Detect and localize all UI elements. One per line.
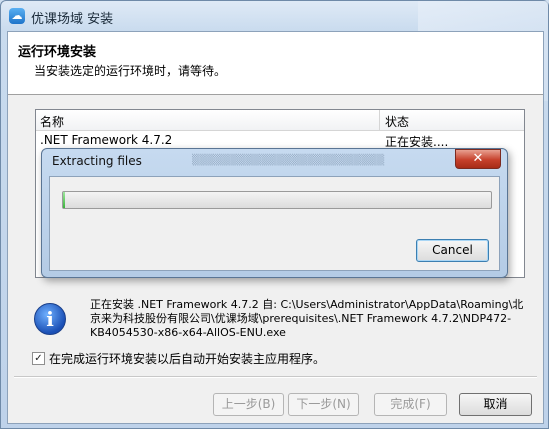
background-blur-text: ▒▒▒▒▒▒▒▒▒▒▒▒▒▒▒▒▒▒▒▒▒▒▒▒▒ bbox=[192, 155, 385, 166]
extract-progress-bar bbox=[62, 191, 492, 209]
page-subtitle: 当安装选定的运行环境时，请等待。 bbox=[34, 64, 227, 78]
install-path-text: 正在安装 .NET Framework 4.7.2 自: C:\Users\Ad… bbox=[90, 298, 524, 339]
divider bbox=[14, 376, 537, 378]
item-name: .NET Framework 4.7.2 bbox=[40, 133, 173, 147]
auto-start-label[interactable]: 在完成运行环境安装以后自动开始安装主应用程序。 bbox=[49, 350, 325, 367]
title-bar[interactable]: ☁ 优课场域 安装 bbox=[1, 1, 548, 31]
back-button[interactable]: 上一步(B) bbox=[213, 393, 284, 416]
window-title: 优课场域 安装 bbox=[31, 12, 114, 27]
column-status[interactable]: 状态 bbox=[385, 113, 409, 130]
column-separator[interactable] bbox=[379, 110, 380, 130]
cancel-button[interactable]: 取消 bbox=[459, 393, 532, 416]
installer-window: ☁ 优课场域 安装 运行环境安装 当安装选定的运行环境时，请等待。 名称 状态 … bbox=[0, 0, 549, 429]
page-header: 运行环境安装 当安装选定的运行环境时，请等待。 bbox=[8, 32, 543, 95]
info-icon: i bbox=[34, 303, 66, 335]
extracting-dialog: Extracting files ▒▒▒▒▒▒▒▒▒▒▒▒▒▒▒▒▒▒▒▒▒▒▒… bbox=[41, 148, 508, 278]
next-button[interactable]: 下一步(N) bbox=[288, 393, 359, 416]
close-icon[interactable]: ✕ bbox=[455, 149, 501, 169]
dialog-cancel-button[interactable]: Cancel bbox=[416, 239, 489, 262]
page-title: 运行环境安装 bbox=[18, 45, 97, 60]
finish-button[interactable]: 完成(F) bbox=[374, 393, 447, 416]
dialog-title: Extracting files bbox=[52, 154, 142, 168]
list-header: 名称 状态 bbox=[36, 110, 524, 131]
list-item[interactable]: .NET Framework 4.7.2 正在安装.... bbox=[36, 131, 524, 149]
progress-fill bbox=[63, 192, 65, 208]
column-name[interactable]: 名称 bbox=[40, 113, 64, 130]
auto-start-checkbox[interactable]: ✓ bbox=[32, 352, 45, 365]
app-icon: ☁ bbox=[9, 8, 25, 24]
dialog-body: Cancel bbox=[49, 176, 500, 271]
